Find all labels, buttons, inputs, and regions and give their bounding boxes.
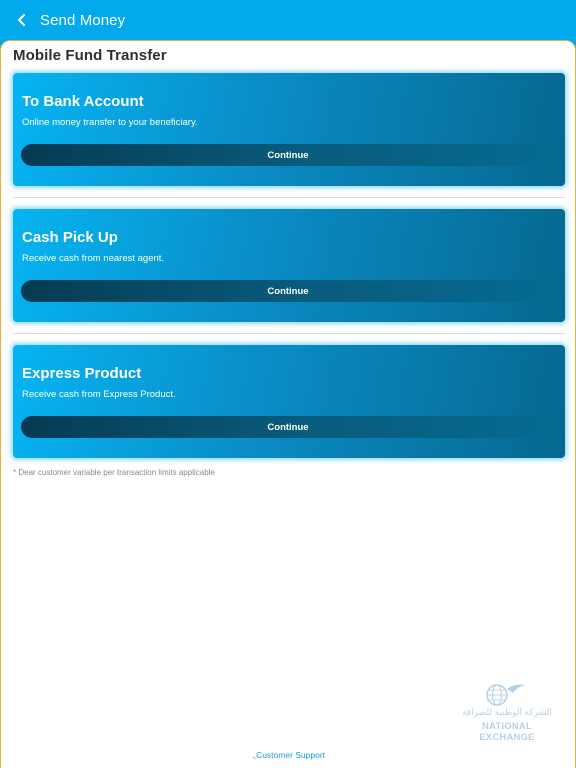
national-exchange-logo: الشركة الوطنية للصرافة NATIONAL EXCHANGE [457,681,557,743]
continue-button-cash[interactable]: Continue [21,280,555,302]
chevron-left-icon [18,14,25,26]
continue-button-express[interactable]: Continue [21,416,555,438]
content-sheet: Mobile Fund Transfer To Bank Account Onl… [0,40,576,768]
card-subtitle: Receive cash from Express Product. [22,389,176,400]
divider [13,197,565,198]
limits-note: * Dear customer variable per transaction… [13,468,215,477]
card-title: Express Product [22,365,142,382]
card-express-product: Express Product Receive cash from Expres… [13,345,565,458]
card-subtitle: Online money transfer to your beneficiar… [22,117,198,128]
customer-support-label: Customer Support [256,750,326,760]
card-title: Cash Pick Up [22,229,118,246]
globe-bird-logo [486,684,525,706]
logo-english-text: NATIONAL EXCHANGE [479,721,535,743]
section-title: Mobile Fund Transfer [13,47,167,64]
page-title: Send Money [40,11,126,29]
back-button[interactable] [6,4,38,36]
logo-arabic-text: الشركة الوطنية للصرافة [462,707,552,717]
continue-button-bank[interactable]: Continue [21,144,555,166]
customer-support-link[interactable]: ◟Customer Support [1,750,576,760]
app-header: Send Money [0,0,576,40]
card-cash-pick-up: Cash Pick Up Receive cash from nearest a… [13,209,565,322]
card-to-bank-account: To Bank Account Online money transfer to… [13,73,565,186]
card-subtitle: Receive cash from nearest agent. [22,253,165,264]
card-title: To Bank Account [22,93,144,110]
divider [13,333,565,334]
